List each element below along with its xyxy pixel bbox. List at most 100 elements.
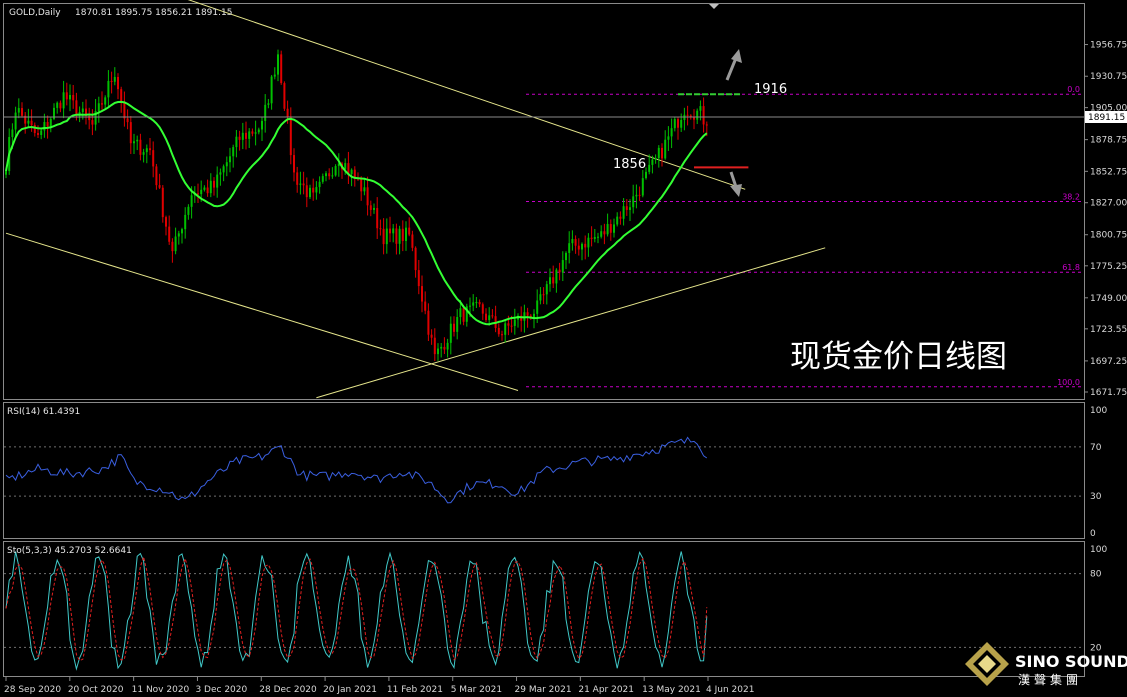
candle-body-131 bbox=[424, 301, 427, 311]
candle-body-143 bbox=[462, 308, 465, 322]
candle-body-127 bbox=[411, 234, 414, 248]
time-tick-5: 20 Jan 2021 bbox=[323, 685, 377, 695]
candle-body-150 bbox=[485, 313, 487, 321]
price-tick-9: 1723.55 bbox=[1090, 325, 1127, 335]
candle-body-141 bbox=[456, 317, 459, 332]
candle-body-31 bbox=[104, 97, 107, 105]
candle-body-81 bbox=[264, 104, 267, 121]
candle-body-82 bbox=[267, 103, 270, 105]
candle-body-52 bbox=[171, 241, 174, 252]
candle-body-44 bbox=[145, 148, 148, 153]
time-tick-7: 5 Mar 2021 bbox=[451, 685, 502, 695]
candle-body-5 bbox=[21, 108, 23, 116]
candle-body-120 bbox=[389, 228, 391, 234]
time-axis: 28 Sep 2020 20 Oct 2020 11 Nov 2020 3 Dec 2… bbox=[4, 676, 754, 695]
fib-label-1: 38.2 bbox=[1062, 193, 1080, 202]
sto-tick-0: 100 bbox=[1090, 545, 1107, 555]
candle-body-201 bbox=[648, 164, 651, 172]
candle-body-128 bbox=[414, 247, 417, 271]
candle-body-197 bbox=[635, 194, 638, 197]
candle-body-18 bbox=[62, 92, 65, 109]
candle-body-193 bbox=[622, 206, 625, 219]
candle-body-125 bbox=[405, 227, 407, 241]
candle-body-50 bbox=[165, 217, 167, 227]
candle-body-29 bbox=[97, 103, 100, 112]
candle-body-130 bbox=[421, 286, 423, 302]
candle-body-216 bbox=[696, 110, 699, 120]
rsi-panel-frame bbox=[3, 402, 1085, 539]
candle-body-4 bbox=[17, 108, 20, 113]
chart-stage: 0.0 38.2 61.8 100.0 1956.75 1930.75 1905.00 18… bbox=[0, 0, 1127, 697]
sto-panel-frame bbox=[3, 541, 1085, 677]
time-tick-6: 11 Feb 2021 bbox=[387, 685, 443, 695]
candle-body-8 bbox=[30, 120, 33, 126]
level-high-label: 1916 bbox=[754, 82, 787, 97]
candle-body-112 bbox=[363, 187, 366, 192]
candle-body-7 bbox=[27, 120, 30, 124]
candle-body-72 bbox=[235, 136, 238, 148]
candle-body-80 bbox=[261, 120, 263, 130]
candle-body-39 bbox=[129, 122, 132, 144]
candle-body-43 bbox=[142, 152, 145, 155]
candle-body-83 bbox=[270, 76, 273, 104]
shift-marker-icon bbox=[709, 4, 719, 9]
candle-body-123 bbox=[398, 228, 401, 244]
candle-body-119 bbox=[385, 228, 388, 245]
rsi-tick-3: 0 bbox=[1090, 529, 1096, 539]
candle-body-0 bbox=[5, 171, 7, 175]
candle-body-11 bbox=[40, 130, 43, 135]
candle-body-22 bbox=[75, 100, 78, 116]
candle-body-3 bbox=[14, 112, 17, 130]
price-tick-10: 1697.25 bbox=[1090, 357, 1127, 367]
candle-body-108 bbox=[350, 169, 353, 175]
candle-body-207 bbox=[667, 136, 670, 140]
candle-body-187 bbox=[603, 231, 606, 235]
candle-body-139 bbox=[449, 323, 452, 343]
candle-body-13 bbox=[46, 122, 49, 127]
time-tick-0: 28 Sep 2020 bbox=[4, 685, 61, 695]
candle-body-40 bbox=[133, 141, 135, 144]
price-tick-0: 1956.75 bbox=[1090, 41, 1127, 51]
candle-body-159 bbox=[513, 319, 516, 326]
candle-body-200 bbox=[645, 171, 647, 179]
candle-body-218 bbox=[702, 106, 705, 125]
rsi-line bbox=[5, 436, 708, 504]
candle-body-146 bbox=[472, 302, 475, 306]
candle-body-51 bbox=[168, 226, 171, 242]
candle-body-122 bbox=[395, 228, 398, 244]
candle-body-171 bbox=[552, 277, 555, 284]
candle-body-101 bbox=[328, 173, 331, 177]
candle-body-113 bbox=[366, 187, 369, 206]
candle-body-92 bbox=[299, 183, 302, 185]
candle-body-54 bbox=[177, 233, 180, 237]
level-low-label: 1856 bbox=[613, 157, 646, 172]
candle-body-87 bbox=[283, 83, 286, 109]
candle-body-114 bbox=[369, 205, 372, 210]
candle-body-45 bbox=[149, 148, 151, 151]
candle-body-35 bbox=[117, 76, 119, 90]
candle-body-126 bbox=[408, 227, 411, 235]
sto-main-line bbox=[5, 551, 708, 671]
candle-body-103 bbox=[334, 166, 337, 176]
sino-sound-logo: SINO SOUND 漢聲集團 bbox=[965, 642, 1127, 687]
candle-body-12 bbox=[43, 122, 46, 131]
candle-body-94 bbox=[305, 185, 308, 198]
price-tick-6: 1800.75 bbox=[1090, 231, 1127, 241]
moving-average bbox=[5, 100, 708, 326]
candle-body-174 bbox=[561, 260, 564, 273]
candle-body-149 bbox=[481, 304, 484, 314]
candle-body-137 bbox=[443, 346, 446, 350]
candle-body-182 bbox=[587, 237, 590, 248]
candle-body-196 bbox=[632, 196, 635, 208]
candle-body-60 bbox=[197, 193, 199, 195]
ma-line bbox=[5, 100, 708, 326]
price-axis: 1956.751930.751905.001878.751852.751827.… bbox=[1084, 41, 1127, 653]
candle-body-156 bbox=[504, 323, 507, 335]
price-tick-5: 1827.00 bbox=[1090, 199, 1127, 209]
candle-body-16 bbox=[56, 102, 59, 108]
up-arrow-icon bbox=[725, 49, 742, 81]
candle-body-167 bbox=[539, 294, 542, 301]
candle-body-148 bbox=[478, 302, 481, 305]
candle-body-41 bbox=[136, 139, 139, 142]
candle-body-68 bbox=[222, 166, 225, 173]
